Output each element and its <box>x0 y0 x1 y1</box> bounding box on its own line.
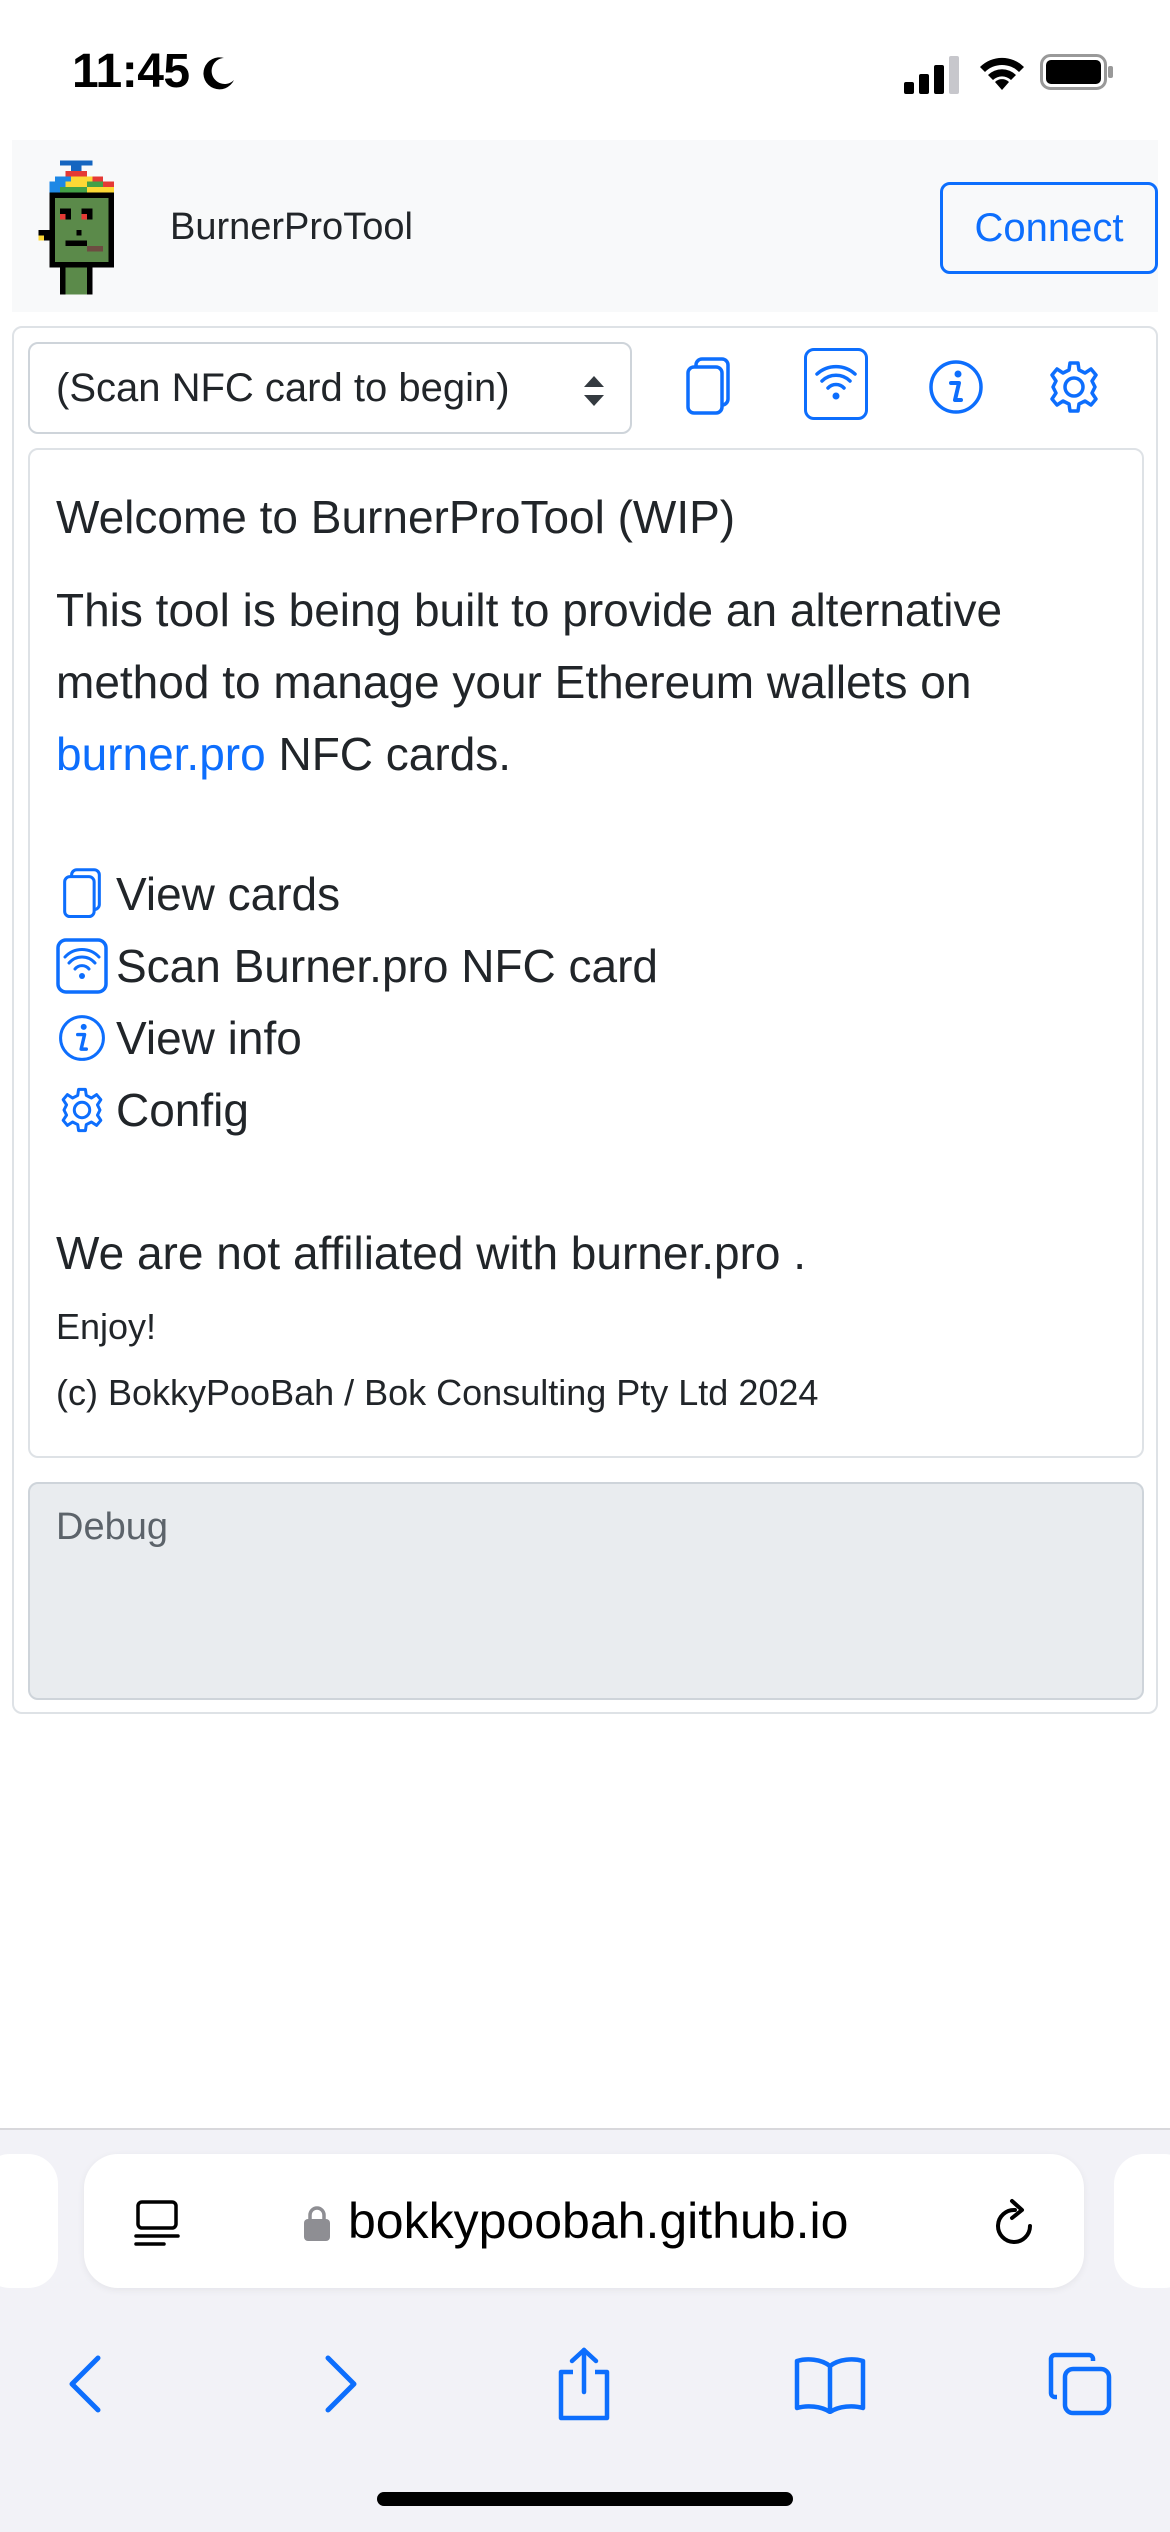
feature-label: View cards <box>116 868 341 920</box>
pixel-avatar-logo <box>38 160 114 295</box>
connect-button[interactable]: Connect <box>940 182 1158 274</box>
lock-icon <box>304 2206 330 2241</box>
intro-text: This tool is being built to provide an a… <box>56 574 1116 790</box>
battery-icon <box>1040 54 1113 90</box>
wifi-icon <box>980 57 1024 90</box>
cards-icon <box>686 357 730 415</box>
view-cards-button[interactable] <box>676 352 740 422</box>
brand-name[interactable]: BurnerProTool <box>170 206 413 249</box>
welcome-title: Welcome to BurnerProTool (WIP) <box>56 491 736 543</box>
bookmarks-button[interactable] <box>790 2344 870 2424</box>
cards-icon <box>63 868 101 919</box>
page-menu-icon[interactable] <box>132 2198 182 2248</box>
feature-config: Config <box>56 1074 1116 1146</box>
next-tab-preview[interactable] <box>1114 2154 1170 2288</box>
back-button[interactable] <box>46 2344 126 2424</box>
address-bar[interactable]: bokkypoobah.github.io <box>84 2154 1084 2288</box>
card-select-value: (Scan NFC card to begin) <box>56 365 510 410</box>
status-time: 11:45 <box>72 45 190 98</box>
back-icon <box>69 2355 101 2413</box>
status-bar: 11:45 <box>0 0 1170 140</box>
disclaimer: We are not affiliated with burner.pro . <box>56 1227 807 1279</box>
gear-icon <box>1050 361 1098 413</box>
feature-view-info: View info <box>56 1002 1116 1074</box>
moon-icon <box>203 57 234 90</box>
home-indicator <box>377 2492 793 2506</box>
view-info-button[interactable] <box>924 352 988 422</box>
debug-textarea[interactable]: Debug <box>28 1482 1144 1700</box>
navbar: BurnerProTool Connect <box>12 140 1158 312</box>
share-icon <box>558 2347 610 2421</box>
intro-text-end: NFC cards. <box>265 728 512 780</box>
share-button[interactable] <box>544 2344 624 2424</box>
toolbar: (Scan NFC card to begin) <box>28 342 1144 438</box>
info-icon <box>59 1015 105 1061</box>
bookmarks-icon <box>794 2357 866 2414</box>
signal-icon <box>904 56 959 94</box>
scan-nfc-button[interactable] <box>804 348 868 420</box>
welcome-panel: Welcome to BurnerProTool (WIP) This tool… <box>28 448 1144 1458</box>
debug-placeholder: Debug <box>56 1506 168 1548</box>
burner-pro-link[interactable]: burner.pro <box>56 728 266 780</box>
forward-button[interactable] <box>300 2344 380 2424</box>
feature-view-cards: View cards <box>56 858 1116 930</box>
copyright: (c) BokkyPooBah / Bok Consulting Pty Ltd… <box>56 1372 819 1413</box>
feature-list: View cards Scan Burner.pro NFC card View… <box>56 858 1116 1146</box>
config-button[interactable] <box>1042 352 1106 422</box>
browser-bottom-bar: bokkypoobah.github.io <box>0 2128 1170 2532</box>
browser-nav <box>0 2326 1170 2436</box>
reload-icon[interactable] <box>990 2198 1040 2250</box>
card-select[interactable]: (Scan NFC card to begin) <box>28 342 632 434</box>
scan-nfc-icon <box>56 938 108 994</box>
url-text[interactable]: bokkypoobah.github.io <box>348 2192 848 2250</box>
tabs-icon <box>1048 2352 1112 2416</box>
tabs-button[interactable] <box>1040 2344 1120 2424</box>
intro-text-start: This tool is being built to provide an a… <box>56 584 1003 708</box>
enjoy-text: Enjoy! <box>56 1306 157 1347</box>
forward-icon <box>325 2355 357 2413</box>
select-arrows-icon <box>584 376 604 406</box>
previous-tab-preview[interactable] <box>0 2154 58 2288</box>
main-card: (Scan NFC card to begin) Welcome to Burn… <box>12 326 1158 1714</box>
scan-nfc-icon <box>815 364 857 400</box>
feature-label: Scan Burner.pro NFC card <box>116 940 659 992</box>
feature-label: View info <box>116 1012 302 1064</box>
gear-icon <box>61 1087 103 1133</box>
feature-scan-nfc: Scan Burner.pro NFC card <box>56 930 1116 1002</box>
feature-label: Config <box>116 1084 249 1136</box>
info-icon <box>929 360 983 414</box>
